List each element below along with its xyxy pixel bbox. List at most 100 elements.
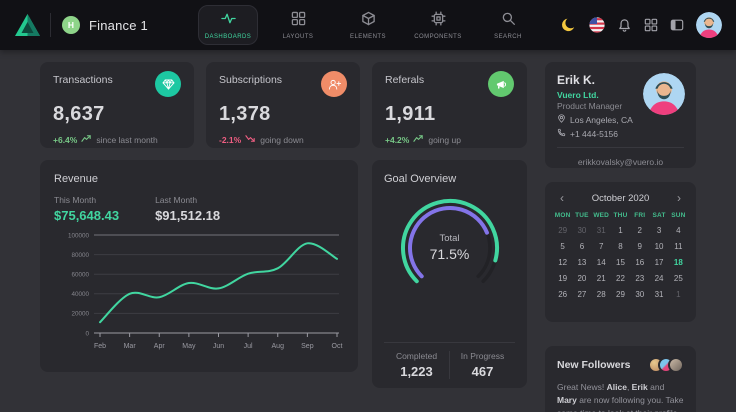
svg-text:Jul: Jul — [244, 343, 253, 350]
calendar-day[interactable]: 25 — [669, 274, 688, 283]
nav-item-elements[interactable]: ELEMENTS — [338, 5, 398, 45]
calendar-day[interactable]: 14 — [592, 258, 611, 267]
nav-item-label: ELEMENTS — [350, 34, 386, 40]
calendar-day[interactable]: 28 — [592, 290, 611, 299]
navbar-actions — [561, 12, 722, 38]
last-month-value: $91,512.18 — [155, 208, 220, 223]
trend-down-icon — [245, 134, 256, 145]
followers-title: New Followers — [557, 359, 631, 371]
calendar-day[interactable]: 31 — [592, 226, 611, 235]
calendar-day[interactable]: 19 — [553, 274, 572, 283]
profile-phone: +1 444-5156 — [570, 129, 618, 139]
calendar-day[interactable]: 7 — [592, 242, 611, 251]
calendar-day[interactable]: 8 — [611, 242, 630, 251]
stat-value: 1,911 — [385, 103, 514, 126]
gauge-label: Total — [389, 233, 511, 244]
completed-label: Completed — [384, 351, 449, 361]
revenue-line-chart: 020000400006000080000100000FebMarAprMayJ… — [54, 227, 344, 361]
calendar-day[interactable]: 31 — [649, 290, 668, 299]
calendar-day[interactable]: 13 — [572, 258, 591, 267]
calendar-day[interactable]: 20 — [572, 274, 591, 283]
calendar-day[interactable]: 24 — [649, 274, 668, 283]
calendar-day[interactable]: 2 — [630, 226, 649, 235]
calendar-day[interactable]: 1 — [669, 290, 688, 299]
card-title: Revenue — [54, 173, 344, 185]
goal-gauge: Total 71.5% — [389, 189, 511, 307]
this-month-stat: This Month $75,648.43 — [54, 195, 119, 223]
svg-text:40000: 40000 — [71, 291, 89, 298]
calendar-day-header: THU — [611, 212, 630, 219]
nav-item-layouts[interactable]: LAYOUTS — [268, 5, 328, 45]
svg-text:Apr: Apr — [154, 343, 166, 350]
calendar-day[interactable]: 9 — [630, 242, 649, 251]
grid-icon — [291, 11, 306, 31]
calendar-day[interactable]: 17 — [649, 258, 668, 267]
profile-avatar[interactable] — [643, 73, 685, 115]
calendar-day[interactable]: 4 — [669, 226, 688, 235]
calendar-day[interactable]: 29 — [553, 226, 572, 235]
calendar-day[interactable]: 5 — [553, 242, 572, 251]
calendar-prev-icon[interactable]: ‹ — [558, 192, 566, 204]
followers-text: are now following you. Take some time to… — [557, 395, 683, 412]
calendar-next-icon[interactable]: › — [675, 192, 683, 204]
megaphone-icon — [488, 71, 514, 97]
page-title: Finance 1 — [89, 18, 148, 33]
calendar-day[interactable]: 26 — [553, 290, 572, 299]
last-month-label: Last Month — [155, 195, 220, 205]
calendar-day[interactable]: 1 — [611, 226, 630, 235]
followers-text: Great News! — [557, 382, 607, 392]
calendar-day[interactable]: 16 — [630, 258, 649, 267]
calendar-day[interactable]: 23 — [630, 274, 649, 283]
calendar-day[interactable]: 22 — [611, 274, 630, 283]
profile-email[interactable]: erikkovalsky@vuero.io — [557, 147, 684, 167]
follower-avatar-mary[interactable] — [668, 357, 684, 373]
calendar-day[interactable]: 30 — [630, 290, 649, 299]
vuero-logo[interactable] — [14, 13, 41, 37]
calendar-day[interactable]: 27 — [572, 290, 591, 299]
calendar-day-header: FRI — [630, 212, 649, 219]
gem-icon — [155, 71, 181, 97]
calendar-day[interactable]: 18 — [669, 258, 688, 267]
card-title: Goal Overview — [384, 173, 515, 185]
follower-name: Alice — [607, 382, 627, 392]
project-badge[interactable]: H — [62, 16, 80, 34]
moon-icon[interactable] — [561, 17, 577, 33]
calendar-day[interactable]: 30 — [572, 226, 591, 235]
revenue-card: Revenue This Month $75,648.43 Last Month… — [40, 160, 358, 372]
follower-avatars — [648, 357, 684, 373]
calendar-day[interactable]: 15 — [611, 258, 630, 267]
calendar-day[interactable]: 29 — [611, 290, 630, 299]
calendar-day[interactable]: 21 — [592, 274, 611, 283]
panel-icon[interactable] — [670, 18, 684, 32]
calendar-day-header: WED — [592, 212, 611, 219]
calendar-day[interactable]: 3 — [649, 226, 668, 235]
trend-up-icon — [81, 134, 92, 145]
svg-text:May: May — [182, 343, 196, 350]
calendar-grid: MONTUEWEDTHUFRISATSUN2930311234567891011… — [553, 212, 688, 299]
apps-icon[interactable] — [644, 18, 658, 32]
profile-card: Erik K. Vuero Ltd. Product Manager Los A… — [545, 62, 696, 168]
referals-card: Referals 1,911 +4.2% going up — [372, 62, 527, 148]
calendar-day[interactable]: 6 — [572, 242, 591, 251]
box-icon — [361, 11, 376, 31]
calendar-day[interactable]: 10 — [649, 242, 668, 251]
trend-percent: -2.1% — [219, 135, 241, 145]
activity-icon — [221, 11, 236, 31]
calendar-day-header: MON — [553, 212, 572, 219]
nav-item-components[interactable]: COMPONENTS — [408, 5, 468, 45]
nav-item-dashboards[interactable]: DASHBOARDS — [198, 5, 258, 45]
calendar-day[interactable]: 12 — [553, 258, 572, 267]
calendar-day[interactable]: 11 — [669, 242, 688, 251]
location-pin-icon — [557, 114, 566, 125]
divider — [50, 13, 51, 37]
trend-note: going up — [428, 135, 461, 145]
completed-value: 1,223 — [384, 364, 449, 379]
calendar-card: ‹ October 2020 › MONTUEWEDTHUFRISATSUN29… — [545, 182, 696, 322]
us-flag-icon[interactable] — [589, 17, 605, 33]
this-month-value: $75,648.43 — [54, 208, 119, 223]
nav-item-search[interactable]: SEARCH — [478, 5, 538, 45]
user-avatar[interactable] — [696, 12, 722, 38]
follower-name: Erik — [632, 382, 648, 392]
bell-icon[interactable] — [617, 18, 632, 33]
completed-stat: Completed 1,223 — [384, 351, 449, 379]
